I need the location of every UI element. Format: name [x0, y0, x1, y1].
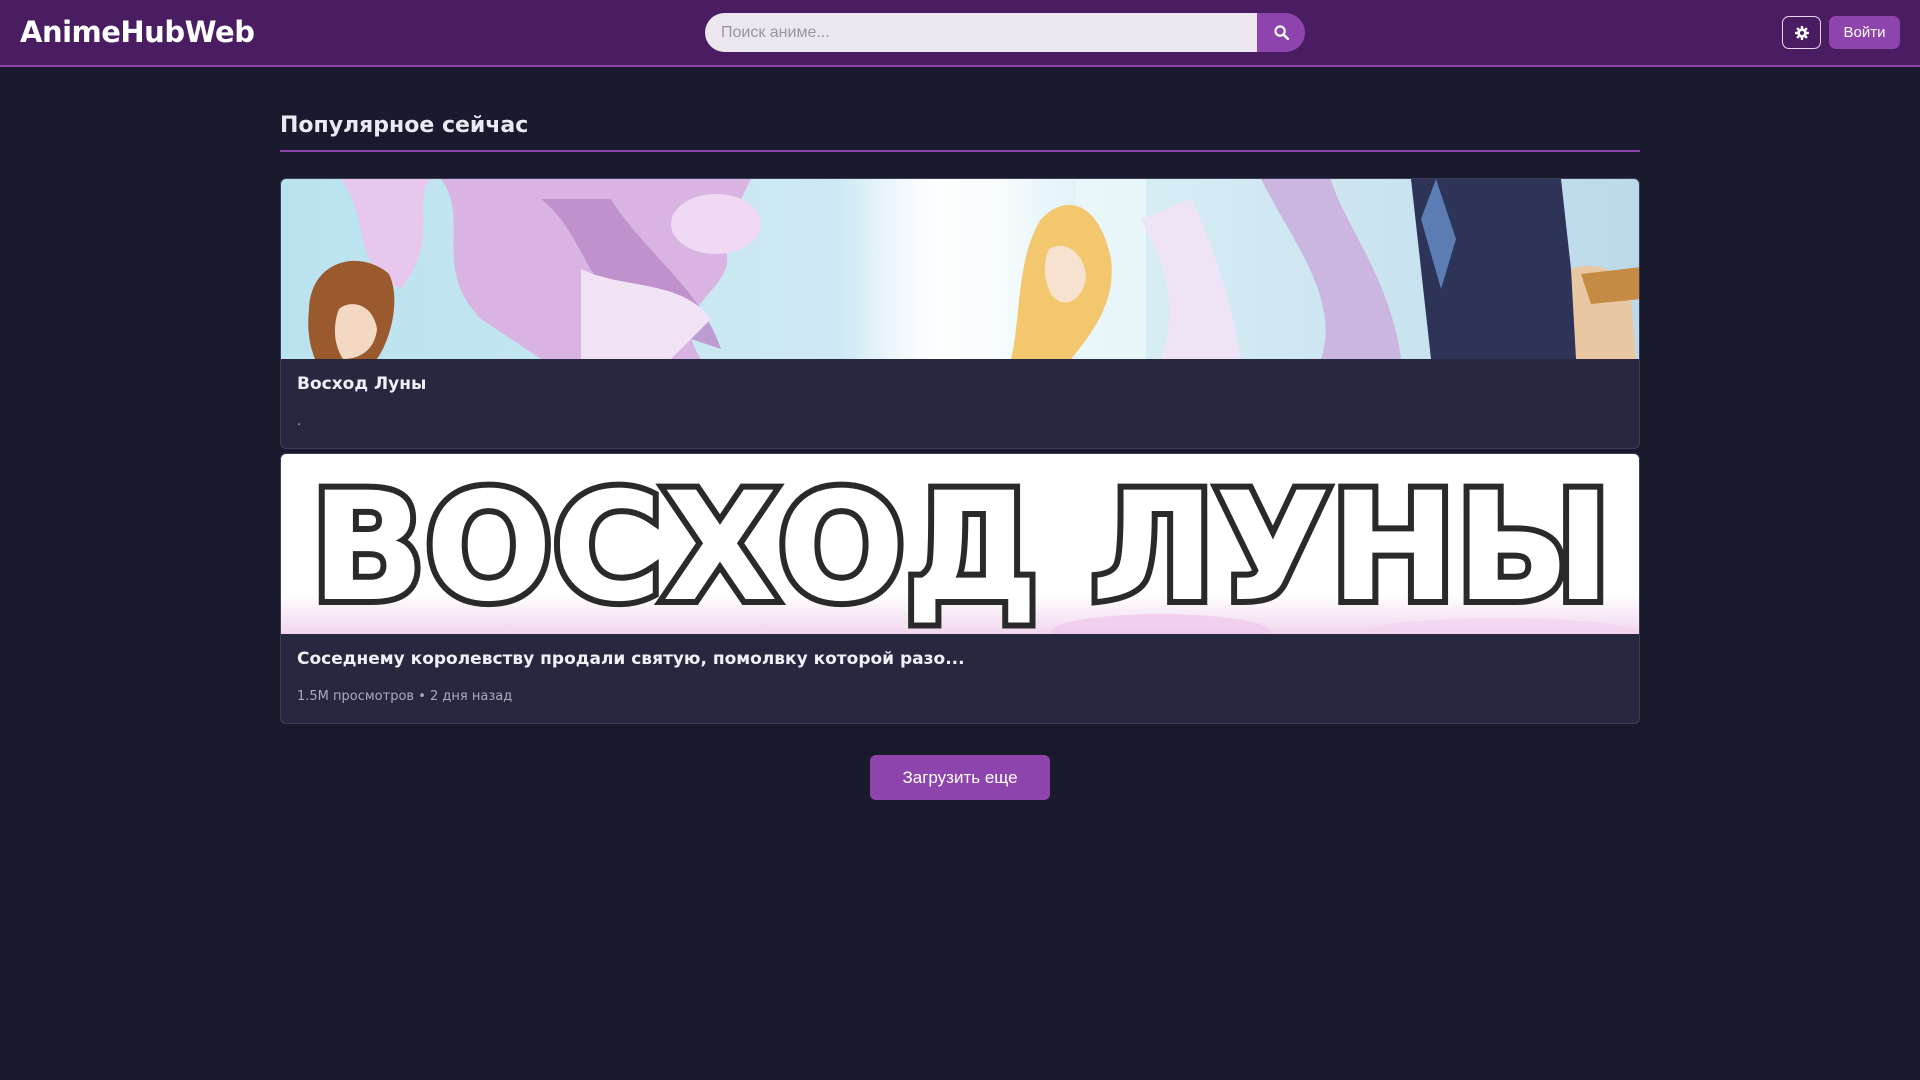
section-title: Популярное сейчас	[280, 113, 529, 138]
gear-icon	[1794, 25, 1809, 40]
site-logo[interactable]: AnimeHubWeb	[20, 15, 255, 49]
search-icon	[1273, 25, 1289, 41]
anime-thumbnail[interactable]	[281, 179, 1639, 359]
anime-card[interactable]: ВОСХОД ЛУНЫ Соседнему королевству продал…	[280, 453, 1640, 724]
banner-title-text: ВОСХОД ЛУНЫ	[311, 461, 1611, 634]
anime-title[interactable]: Восход Луны	[297, 374, 426, 394]
search-input[interactable]	[705, 13, 1257, 52]
section-divider	[280, 150, 1640, 152]
search-bar	[705, 13, 1305, 52]
top-navbar: AnimeHubWeb Войти	[0, 0, 1920, 67]
anime-meta: .	[297, 414, 302, 429]
login-button[interactable]: Войти	[1829, 16, 1900, 49]
anime-title[interactable]: Соседнему королевству продали святую, по…	[297, 649, 965, 669]
anime-meta: 1.5M просмотров • 2 дня назад	[297, 689, 513, 704]
anime-thumbnail[interactable]: ВОСХОД ЛУНЫ	[281, 454, 1639, 634]
anime-card[interactable]: Восход Луны .	[280, 178, 1640, 449]
search-button[interactable]	[1257, 13, 1305, 52]
load-more-button[interactable]: Загрузить еще	[870, 755, 1050, 800]
theme-toggle-button[interactable]	[1782, 16, 1821, 49]
